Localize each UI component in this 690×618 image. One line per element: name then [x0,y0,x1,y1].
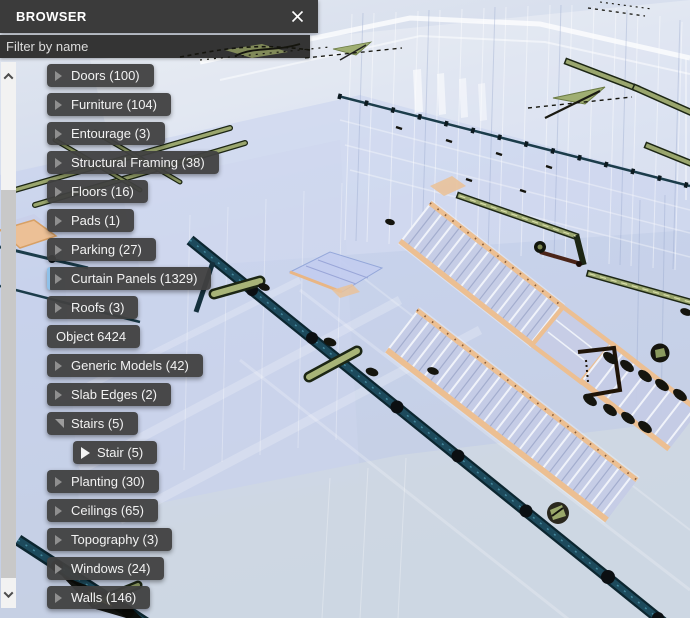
expand-arrow-icon[interactable] [55,245,64,255]
tree-item-furniture-104[interactable]: Furniture (104) [47,93,171,116]
expand-arrow-icon[interactable] [55,535,64,545]
tree-item-stair-5[interactable]: Stair (5) [73,441,157,464]
tree-item-label: Ceilings (65) [71,499,144,522]
scrollbar-thumb[interactable] [1,190,16,578]
tree-item-label: Generic Models (42) [71,354,189,377]
tree-item-doors-100[interactable]: Doors (100) [47,64,154,87]
tree-item-parking-27[interactable]: Parking (27) [47,238,156,261]
tree-item-label: Roofs (3) [71,296,124,319]
scroll-down-button[interactable] [1,584,16,604]
collapse-arrow-icon[interactable] [55,419,64,428]
expand-arrow-icon[interactable] [55,129,64,139]
tree-item-label: Parking (27) [71,238,142,261]
tree-item-floors-16[interactable]: Floors (16) [47,180,148,203]
expand-arrow-icon[interactable] [55,71,64,81]
panel-title: BROWSER [16,9,87,24]
expand-arrow-icon[interactable] [55,187,64,197]
tree-item-label: Curtain Panels (1329) [71,267,197,290]
expand-arrow-icon[interactable] [55,100,64,110]
tree-item-stairs-5[interactable]: Stairs (5) [47,412,138,435]
expand-arrow-icon[interactable] [55,303,64,313]
tree-item-planting-30[interactable]: Planting (30) [47,470,159,493]
tree-item-label: Slab Edges (2) [71,383,157,406]
tree-item-label: Object 6424 [56,325,126,348]
tree-item-generic-models-42[interactable]: Generic Models (42) [47,354,203,377]
tree-item-roofs-3[interactable]: Roofs (3) [47,296,138,319]
expand-arrow-icon[interactable] [55,564,64,574]
tree-item-label: Stair (5) [97,441,143,464]
selection-indicator [47,267,50,290]
tree-item-structural-framing-38[interactable]: Structural Framing (38) [47,151,219,174]
tree-scrollbar[interactable] [1,62,16,608]
tree-item-pads-1[interactable]: Pads (1) [47,209,134,232]
tree-item-curtain-panels-1329[interactable]: Curtain Panels (1329) [47,267,211,290]
tree-item-label: Windows (24) [71,557,150,580]
browser-panel-header[interactable]: BROWSER [0,0,318,33]
tree-item-windows-24[interactable]: Windows (24) [47,557,164,580]
expand-arrow-icon[interactable] [55,390,64,400]
tree-item-topography-3[interactable]: Topography (3) [47,528,172,551]
scroll-up-button[interactable] [1,66,16,86]
expand-arrow-icon[interactable] [81,447,90,459]
expand-arrow-icon[interactable] [55,216,64,226]
expand-arrow-icon[interactable] [55,593,64,603]
tree-item-label: Planting (30) [71,470,145,493]
expand-arrow-icon[interactable] [55,158,64,168]
tree-item-label: Walls (146) [71,586,136,609]
tree-item-label: Floors (16) [71,180,134,203]
tree-item-slab-edges-2[interactable]: Slab Edges (2) [47,383,171,406]
filter-input[interactable] [0,35,310,58]
expand-arrow-icon[interactable] [55,274,64,284]
tree-item-label: Entourage (3) [71,122,151,145]
tree-item-label: Topography (3) [71,528,158,551]
tree-item-object-6424[interactable]: Object 6424 [47,325,140,348]
viewer-canvas[interactable]: BROWSER Doors (100) Furniture (104) Entour… [0,0,690,618]
expand-arrow-icon[interactable] [55,361,64,371]
tree-item-label: Doors (100) [71,64,140,87]
tree-item-entourage-3[interactable]: Entourage (3) [47,122,165,145]
tree-item-label: Stairs (5) [71,412,124,435]
tree-item-ceilings-65[interactable]: Ceilings (65) [47,499,158,522]
tree-item-label: Pads (1) [71,209,120,232]
tree-item-walls-146[interactable]: Walls (146) [47,586,150,609]
tree-item-label: Furniture (104) [71,93,157,116]
chevron-down-icon [4,588,14,598]
expand-arrow-icon[interactable] [55,477,64,487]
close-icon[interactable] [284,0,310,33]
chevron-up-icon [4,72,14,82]
expand-arrow-icon[interactable] [55,506,64,516]
tree-item-label: Structural Framing (38) [71,151,205,174]
